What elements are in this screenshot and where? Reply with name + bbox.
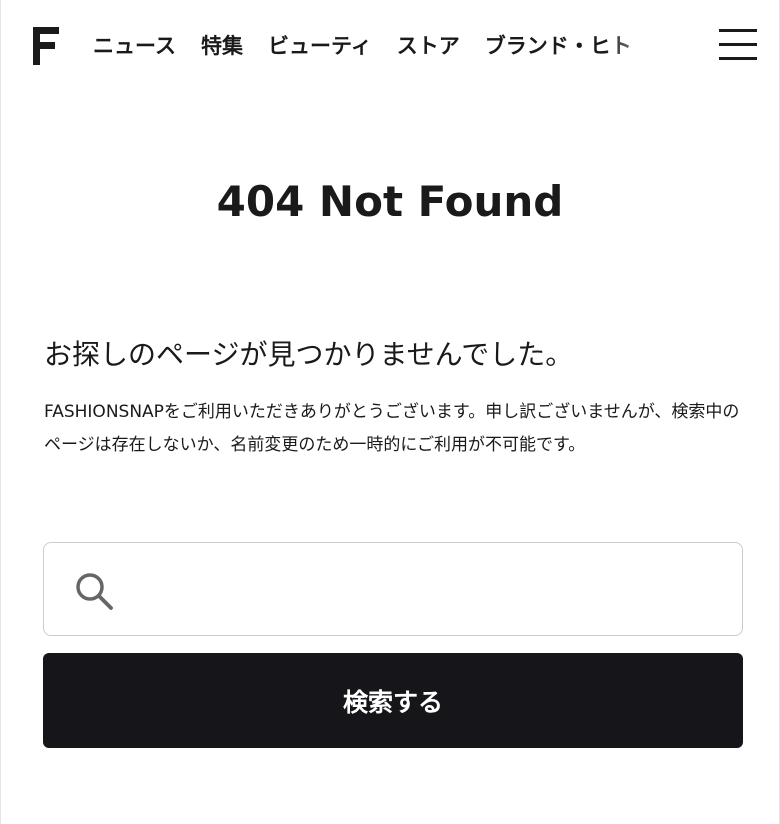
hamburger-menu-icon [719,29,757,60]
search-input[interactable] [132,553,722,625]
logo-f-icon [33,27,59,65]
not-found-description: FASHIONSNAPをご利用いただきありがとうございます。申し訳ございませんが… [44,402,740,455]
search-icon [74,571,114,611]
nav-item-store[interactable]: ストア [397,28,460,64]
fashionsnap-logo[interactable] [31,25,61,67]
not-found-message: お探しのページが見つかりませんでした。 [44,338,574,371]
hamburger-menu-button[interactable] [719,26,757,64]
site-header: ニュース 特集 ビューティ ストア ブランド・ヒト [1,0,779,92]
nav-item-news[interactable]: ニュース [93,28,176,64]
nav-item-beauty[interactable]: ビューティ [268,28,372,64]
search-button[interactable]: 検索する [43,653,743,748]
global-nav: ニュース 特集 ビューティ ストア ブランド・ヒト [93,28,695,64]
search-box[interactable] [43,542,743,636]
page-title: 404 Not Found [216,177,564,226]
nav-item-features[interactable]: 特集 [201,28,243,64]
nav-item-brand-people[interactable]: ブランド・ヒト [485,28,632,64]
